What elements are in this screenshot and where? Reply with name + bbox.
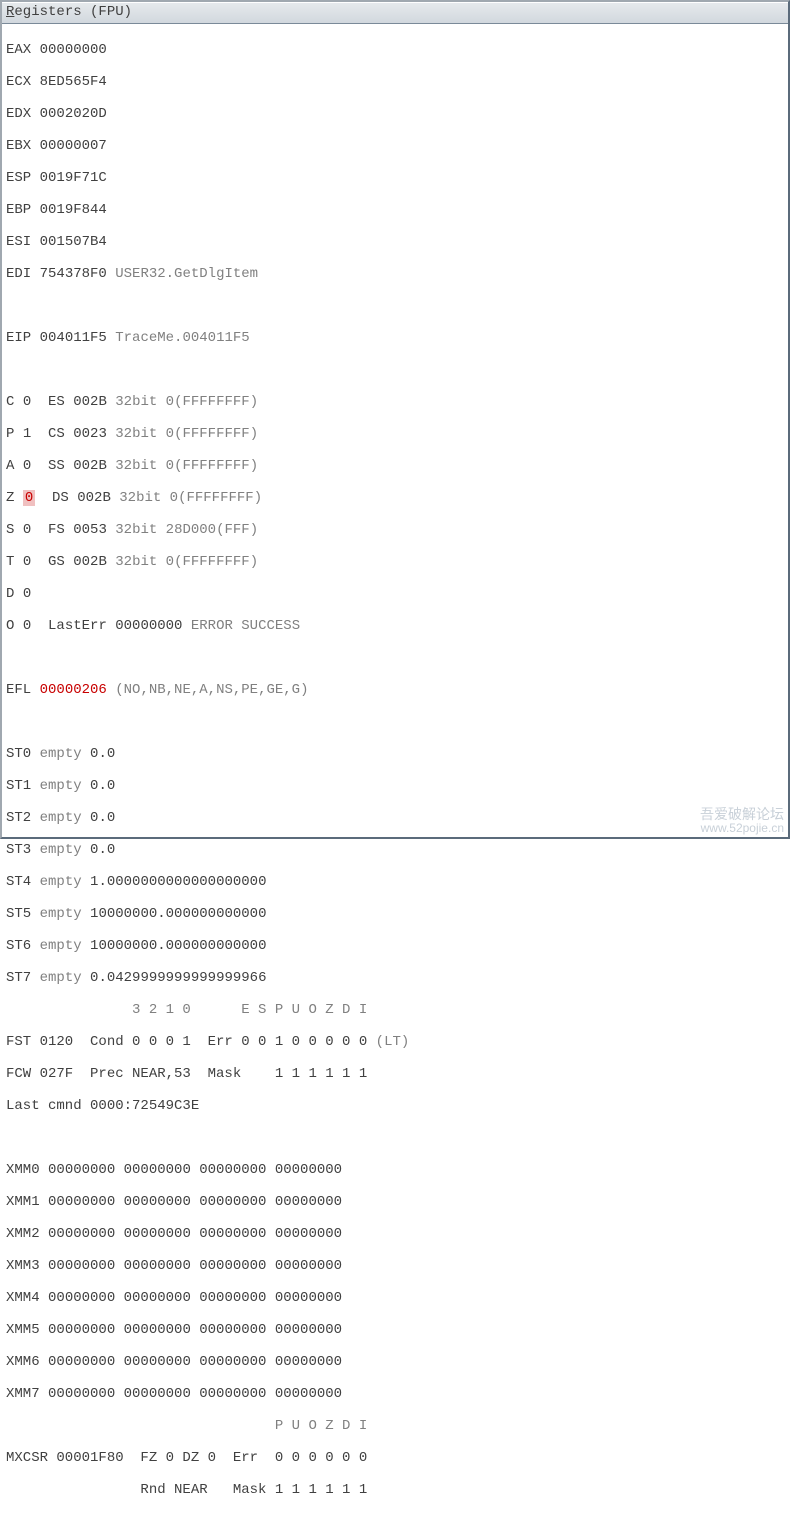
reg-lastcmnd: Last cmnd 0000:72549C3E xyxy=(6,1098,784,1114)
reg-xmm4: XMM4 00000000 00000000 00000000 00000000 xyxy=(6,1290,784,1306)
reg-edi: EDI 754378F0 USER32.GetDlgItem xyxy=(6,266,784,282)
reg-st2: ST2 empty 0.0 xyxy=(6,810,784,826)
mxcsr-header: P U O Z D I xyxy=(6,1418,784,1434)
flag-o: O 0 LastErr 00000000 ERROR SUCCESS xyxy=(6,618,784,634)
reg-xmm2: XMM2 00000000 00000000 00000000 00000000 xyxy=(6,1226,784,1242)
reg-st0: ST0 empty 0.0 xyxy=(6,746,784,762)
reg-xmm1: XMM1 00000000 00000000 00000000 00000000 xyxy=(6,1194,784,1210)
flag-a: A 0 SS 002B 32bit 0(FFFFFFFF) xyxy=(6,458,784,474)
flag-c: C 0 ES 002B 32bit 0(FFFFFFFF) xyxy=(6,394,784,410)
reg-st1: ST1 empty 0.0 xyxy=(6,778,784,794)
reg-mxcsr-2: Rnd NEAR Mask 1 1 1 1 1 1 xyxy=(6,1482,784,1498)
reg-mxcsr: MXCSR 00001F80 FZ 0 DZ 0 Err 0 0 0 0 0 0 xyxy=(6,1450,784,1466)
reg-edx: EDX 0002020D xyxy=(6,106,784,122)
flag-z: Z 0 DS 002B 32bit 0(FFFFFFFF) xyxy=(6,490,784,506)
reg-st3: ST3 empty 0.0 xyxy=(6,842,784,858)
reg-eax: EAX 00000000 xyxy=(6,42,784,58)
reg-st4: ST4 empty 1.0000000000000000000 xyxy=(6,874,784,890)
reg-st7: ST7 empty 0.0429999999999999966 xyxy=(6,970,784,986)
reg-eip: EIP 004011F5 TraceMe.004011F5 xyxy=(6,330,784,346)
reg-fst: FST 0120 Cond 0 0 0 1 Err 0 0 1 0 0 0 0 … xyxy=(6,1034,784,1050)
reg-ebx: EBX 00000007 xyxy=(6,138,784,154)
reg-ecx: ECX 8ED565F4 xyxy=(6,74,784,90)
watermark: 吾爱破解论坛 www.52pojie.cn xyxy=(700,807,784,835)
reg-xmm6: XMM6 00000000 00000000 00000000 00000000 xyxy=(6,1354,784,1370)
flag-t: T 0 GS 002B 32bit 0(FFFFFFFF) xyxy=(6,554,784,570)
reg-esi: ESI 001507B4 xyxy=(6,234,784,250)
registers-panel: Registers (FPU) EAX 00000000 ECX 8ED565F… xyxy=(0,0,790,839)
reg-ebp: EBP 0019F844 xyxy=(6,202,784,218)
flag-d: D 0 xyxy=(6,586,784,602)
reg-xmm0: XMM0 00000000 00000000 00000000 00000000 xyxy=(6,1162,784,1178)
flag-s: S 0 FS 0053 32bit 28D000(FFF) xyxy=(6,522,784,538)
reg-fcw: FCW 027F Prec NEAR,53 Mask 1 1 1 1 1 1 xyxy=(6,1066,784,1082)
reg-esp: ESP 0019F71C xyxy=(6,170,784,186)
register-body: EAX 00000000 ECX 8ED565F4 EDX 0002020D E… xyxy=(2,24,788,1532)
fpu-header: 3 2 1 0 E S P U O Z D I xyxy=(6,1002,784,1018)
reg-st5: ST5 empty 10000000.000000000000 xyxy=(6,906,784,922)
flag-p: P 1 CS 0023 32bit 0(FFFFFFFF) xyxy=(6,426,784,442)
reg-xmm7: XMM7 00000000 00000000 00000000 00000000 xyxy=(6,1386,784,1402)
reg-st6: ST6 empty 10000000.000000000000 xyxy=(6,938,784,954)
reg-xmm5: XMM5 00000000 00000000 00000000 00000000 xyxy=(6,1322,784,1338)
reg-xmm3: XMM3 00000000 00000000 00000000 00000000 xyxy=(6,1258,784,1274)
reg-efl: EFL 00000206 (NO,NB,NE,A,NS,PE,GE,G) xyxy=(6,682,784,698)
panel-title-bar: Registers (FPU) xyxy=(2,2,788,24)
